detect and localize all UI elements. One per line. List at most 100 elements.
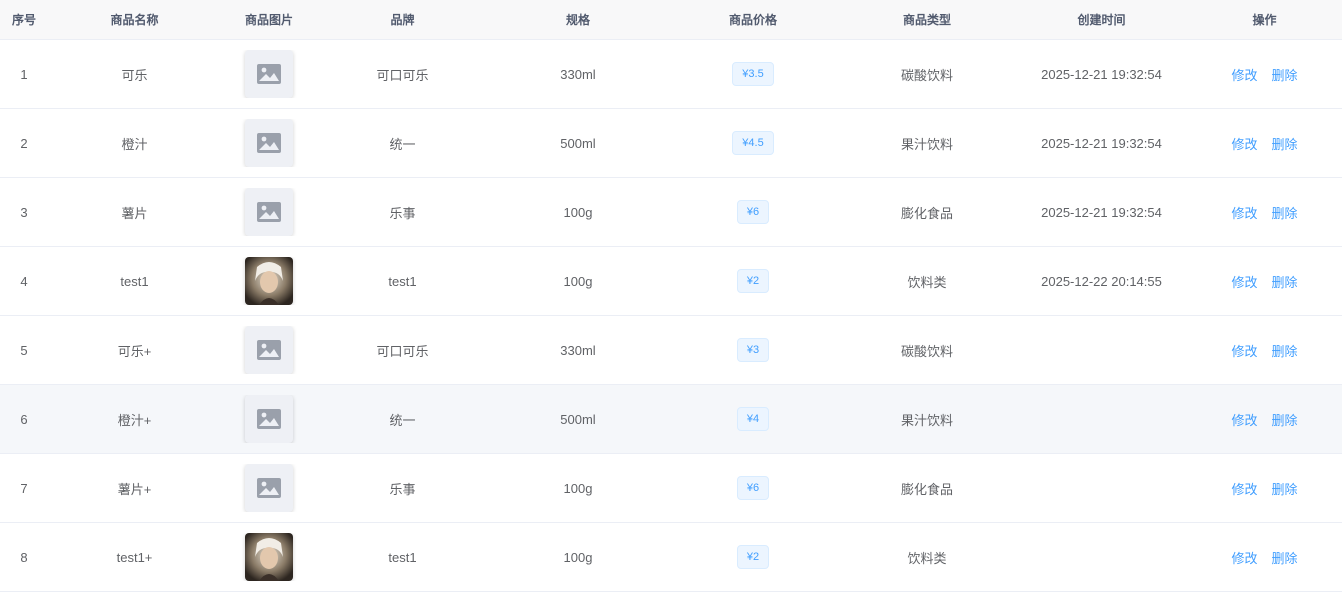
- delete-button[interactable]: 删除: [1272, 341, 1298, 360]
- row-index: 3: [20, 204, 28, 220]
- product-type: 膨化食品: [900, 481, 953, 497]
- product-image-cell: [221, 188, 317, 236]
- actions-cell: 修改 删除: [1187, 272, 1342, 291]
- product-thumbnail[interactable]: [245, 533, 293, 581]
- table-row: 7 薯片+ 乐事 100g ¥6 膨化食品 修改 删除: [0, 454, 1342, 523]
- row-index: 4: [20, 273, 28, 289]
- price-tag: ¥6: [736, 200, 770, 224]
- edit-button[interactable]: 修改: [1231, 134, 1257, 153]
- image-placeholder-icon[interactable]: [245, 119, 293, 167]
- product-brand: 可口可乐: [376, 343, 429, 359]
- product-type: 果汁饮料: [900, 412, 953, 428]
- table-row: 6 橙汁+ 统一 500ml ¥4 果汁饮料 修改 删除: [0, 385, 1342, 454]
- column-header-type: 商品类型: [902, 13, 951, 27]
- product-type: 果汁饮料: [900, 136, 953, 152]
- edit-button[interactable]: 修改: [1231, 341, 1257, 360]
- product-type: 饮料类: [907, 274, 947, 290]
- product-spec: 330ml: [560, 342, 596, 358]
- product-image-cell: [221, 395, 317, 443]
- product-image-cell: [221, 119, 317, 167]
- price-tag: ¥4: [736, 407, 770, 431]
- price-tag: ¥4.5: [732, 131, 774, 155]
- table-row: 4 test1 test1 100g ¥2 饮料类 2025-12-22 20:14:55 修…: [0, 247, 1342, 316]
- product-brand: test1: [388, 273, 417, 289]
- column-header-actions: 操作: [1252, 13, 1277, 27]
- product-name: 橙汁+: [117, 412, 152, 428]
- created-time: 2025-12-22 20:14:55: [1041, 273, 1162, 289]
- image-placeholder-icon[interactable]: [245, 326, 293, 374]
- price-cell: ¥2: [668, 545, 838, 569]
- row-index: 7: [20, 480, 28, 496]
- edit-button[interactable]: 修改: [1231, 479, 1257, 498]
- product-type: 饮料类: [907, 550, 947, 566]
- product-image-cell: [221, 326, 317, 374]
- product-image-cell: [221, 464, 317, 512]
- table-body: 1 可乐 可口可乐 330ml ¥3.5 碳酸饮料 2025-12-21 19:32:54 修…: [0, 40, 1342, 592]
- product-thumbnail[interactable]: [245, 257, 293, 305]
- product-brand: test1: [388, 549, 417, 565]
- row-index: 5: [20, 342, 28, 358]
- edit-button[interactable]: 修改: [1231, 272, 1257, 291]
- edit-button[interactable]: 修改: [1231, 65, 1257, 84]
- price-cell: ¥3: [668, 338, 838, 362]
- table-row: 3 薯片 乐事 100g ¥6 膨化食品 2025-12-21 19:32:54 修改 删除: [0, 178, 1342, 247]
- created-time: 2025-12-21 19:32:54: [1041, 135, 1162, 151]
- product-spec: 100g: [563, 549, 593, 565]
- price-tag: ¥2: [736, 269, 770, 293]
- product-brand: 可口可乐: [376, 67, 429, 83]
- table-row: 2 橙汁 统一 500ml ¥4.5 果汁饮料 2025-12-21 19:32:54 修改删…: [0, 109, 1342, 178]
- image-placeholder-icon[interactable]: [245, 188, 293, 236]
- image-placeholder-icon[interactable]: [245, 50, 293, 98]
- price-tag: ¥3.5: [732, 62, 774, 86]
- edit-button[interactable]: 修改: [1231, 203, 1257, 222]
- delete-button[interactable]: 删除: [1272, 134, 1298, 153]
- actions-cell: 修改 删除: [1187, 548, 1342, 567]
- price-tag: ¥3: [736, 338, 770, 362]
- table-header: 序号 商品名称 商品图片 品牌 规格 商品价格 商品类型 创建时间 操作: [0, 0, 1342, 40]
- actions-cell: 修改 删除: [1187, 341, 1342, 360]
- product-brand: 统一: [389, 412, 416, 428]
- delete-button[interactable]: 删除: [1272, 203, 1298, 222]
- edit-button[interactable]: 修改: [1231, 548, 1257, 567]
- image-placeholder-icon[interactable]: [245, 464, 293, 512]
- table-row: 8 test1+ test1 100g ¥2 饮料类 修改 删除: [0, 523, 1342, 592]
- price-cell: ¥6: [668, 200, 838, 224]
- price-tag: ¥6: [736, 476, 770, 500]
- actions-cell: 修改 删除: [1187, 410, 1342, 429]
- edit-button[interactable]: 修改: [1231, 410, 1257, 429]
- column-header-image: 商品图片: [244, 13, 293, 27]
- delete-button[interactable]: 删除: [1272, 65, 1298, 84]
- actions-cell: 修改 删除: [1187, 134, 1342, 153]
- price-cell: ¥2: [668, 269, 838, 293]
- delete-button[interactable]: 删除: [1272, 548, 1298, 567]
- column-header-price: 商品价格: [728, 13, 777, 27]
- product-spec: 330ml: [560, 66, 596, 82]
- product-type: 碳酸饮料: [900, 67, 953, 83]
- product-type: 碳酸饮料: [900, 343, 953, 359]
- product-name: 可乐+: [117, 343, 152, 359]
- product-name: test1+: [116, 549, 153, 565]
- created-time: 2025-12-21 19:32:54: [1041, 66, 1162, 82]
- product-name: 薯片+: [117, 481, 152, 497]
- actions-cell: 修改 删除: [1187, 479, 1342, 498]
- column-header-name: 商品名称: [110, 13, 159, 27]
- column-header-spec: 规格: [565, 13, 590, 27]
- product-name: 薯片: [121, 205, 148, 221]
- price-cell: ¥3.5: [668, 62, 838, 86]
- delete-button[interactable]: 删除: [1272, 410, 1298, 429]
- image-placeholder-icon[interactable]: [245, 395, 293, 443]
- column-header-brand: 品牌: [390, 13, 415, 27]
- table-row: 1 可乐 可口可乐 330ml ¥3.5 碳酸饮料 2025-12-21 19:32:54 修…: [0, 40, 1342, 109]
- product-spec: 100g: [563, 480, 593, 496]
- actions-cell: 修改 删除: [1187, 65, 1342, 84]
- created-time: 2025-12-21 19:32:54: [1041, 204, 1162, 220]
- delete-button[interactable]: 删除: [1272, 479, 1298, 498]
- row-index: 2: [20, 135, 28, 151]
- product-spec: 500ml: [560, 411, 596, 427]
- table-row: 5 可乐+ 可口可乐 330ml ¥3 碳酸饮料 修改 删除: [0, 316, 1342, 385]
- product-name: 可乐: [121, 67, 148, 83]
- delete-button[interactable]: 删除: [1272, 272, 1298, 291]
- product-image-cell: [221, 50, 317, 98]
- product-name: 橙汁: [121, 136, 148, 152]
- column-header-created: 创建时间: [1077, 13, 1126, 27]
